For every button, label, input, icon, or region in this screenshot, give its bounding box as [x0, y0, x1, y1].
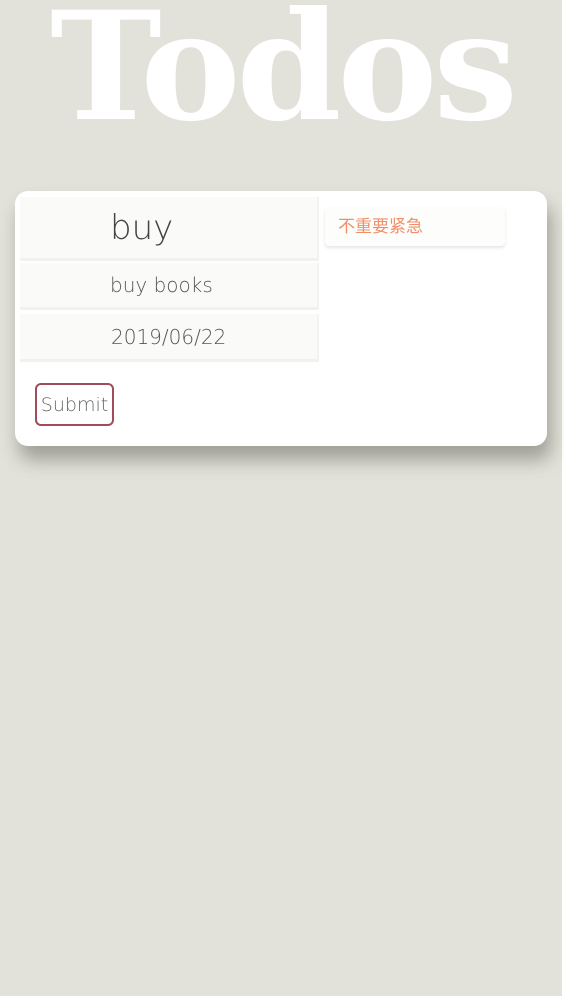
description-input[interactable] [20, 263, 319, 310]
priority-select[interactable]: 不重要紧急 [325, 207, 505, 246]
todo-form-card: 不重要紧急 Submit [15, 191, 547, 446]
submit-button[interactable]: Submit [35, 383, 114, 426]
priority-selected-label: 不重要紧急 [338, 217, 423, 237]
title-input[interactable] [20, 197, 319, 261]
date-input[interactable] [20, 314, 319, 362]
app-title: Todos [50, 0, 518, 155]
